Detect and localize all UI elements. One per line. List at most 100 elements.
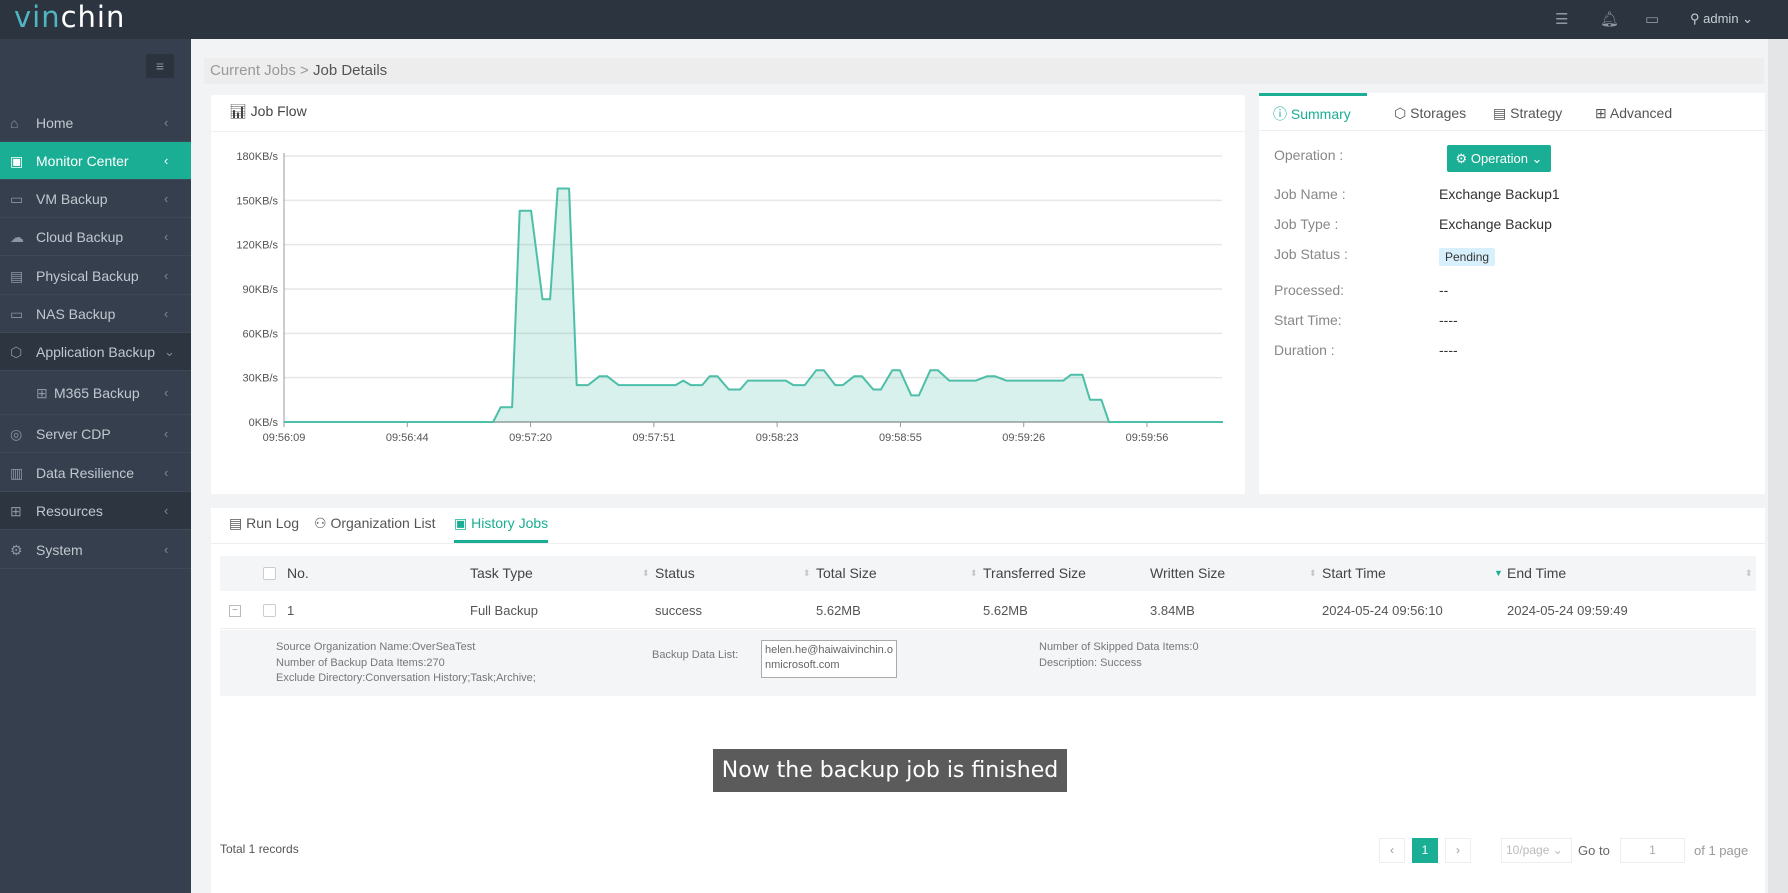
backup-data-list-textarea[interactable]: helen.he@haiwaivinchin.onmicrosoft.com — [761, 640, 897, 678]
table-header: No. Task Type Status ⬍ Total Size ⬍ Transferre… — [220, 556, 1756, 591]
tab-organization-list[interactable]: ⚇ Organization List — [314, 508, 436, 546]
description: Description: Success — [1039, 656, 1142, 669]
x-tick-label: 09:57:51 — [632, 432, 675, 444]
x-tick-label: 09:59:26 — [1002, 432, 1045, 444]
total-records: Total 1 records — [220, 842, 299, 856]
tab-run-log[interactable]: ▤ Run Log — [229, 508, 299, 546]
sidebar-item-resources[interactable]: ⊞ Resources ‹ — [0, 492, 191, 530]
sidebar-item-label: M365 Backup — [54, 385, 140, 401]
cell-transferred: 5.62MB — [983, 603, 1028, 618]
tab-summary[interactable]: ⓘ Summary — [1259, 93, 1367, 131]
x-tick-label: 09:57:20 — [509, 432, 552, 444]
y-tick-label: 30KB/s — [243, 373, 279, 385]
user-icon: ⚲ — [1690, 11, 1704, 26]
sidebar-item-system[interactable]: ⚙ System ‹ — [0, 531, 191, 569]
table-row[interactable]: − 1 Full Backup success 5.62MB 5.62MB 3.84MB 20… — [220, 593, 1756, 629]
sidebar-item-label: VM Backup — [36, 191, 108, 207]
chevron-icon: ‹ — [164, 542, 169, 557]
column-header[interactable]: Status — [655, 556, 695, 591]
column-header[interactable]: No. — [287, 556, 309, 591]
bell-icon[interactable]: 🔔︎ — [1600, 10, 1619, 28]
cell-total: 5.62MB — [816, 603, 861, 618]
sidebar-item-label: Physical Backup — [36, 268, 139, 284]
page-size-select[interactable]: 10/page ⌄ — [1501, 838, 1572, 863]
prev-page-button[interactable]: ‹ — [1379, 838, 1405, 863]
tab-advanced[interactable]: ⊞ Advanced — [1581, 93, 1686, 131]
cell-end: 2024-05-24 09:59:49 — [1507, 603, 1628, 618]
sidebar-item-monitor-center[interactable]: ▣ Monitor Center ‹ — [0, 142, 191, 180]
sidebar-item-label: Cloud Backup — [36, 229, 124, 245]
page-count: of 1 page — [1694, 843, 1749, 858]
sidebar-item-label: Monitor Center — [36, 153, 129, 169]
scrollbar-track[interactable] — [1768, 39, 1788, 893]
sidebar-item-nas-backup[interactable]: ▭ NAS Backup ‹ — [0, 295, 191, 333]
x-tick-label: 09:59:56 — [1126, 432, 1169, 444]
column-header[interactable]: Task Type — [470, 556, 533, 591]
sort-icon[interactable]: ⬍ — [803, 568, 811, 579]
sidebar-item-vm-backup[interactable]: ▭ VM Backup ‹ — [0, 180, 191, 218]
tab-storages[interactable]: ⬡ Storages — [1380, 93, 1480, 131]
breadcrumb-current-jobs[interactable]: Current Jobs — [210, 62, 296, 79]
menu-toggle-button[interactable]: ≡ — [146, 54, 174, 78]
sidebar-item-m365-backup[interactable]: ⊞ M365 Backup ‹ — [0, 371, 191, 415]
column-header[interactable]: Written Size — [1150, 556, 1225, 591]
sidebar-item-label: Data Resilience — [36, 465, 135, 481]
y-tick-label: 180KB/s — [236, 151, 278, 163]
top-bar: vinchin ☰ 🔔︎ ▭ ⚲ admin ⌄ — [0, 0, 1788, 39]
goto-label: Go to — [1578, 843, 1610, 858]
operation-icon: ⚙ — [1455, 151, 1471, 166]
tab-strategy[interactable]: ▤ Strategy — [1479, 93, 1576, 131]
sidebar-item-physical-backup[interactable]: ▤ Physical Backup ‹ — [0, 257, 191, 295]
sidebar-item-label: Resources — [36, 503, 103, 519]
list-icon[interactable]: ☰ — [1555, 10, 1568, 28]
sidebar-item-application-backup[interactable]: ⬡ Application Backup ⌄ — [0, 333, 191, 371]
sort-icon[interactable]: ⬍ — [642, 568, 650, 579]
cell-task-type: Full Backup — [470, 603, 538, 618]
cdp-icon: ◎ — [10, 426, 23, 442]
backup-data-list-label: Backup Data List: — [652, 649, 739, 661]
resources-icon: ⊞ — [10, 503, 22, 519]
physical-icon: ▤ — [10, 268, 24, 284]
cube-icon: ⬡ — [1394, 105, 1411, 121]
y-tick-label: 60KB/s — [243, 328, 279, 340]
org-icon: ⚇ — [314, 515, 331, 531]
operation-button[interactable]: ⚙ Operation ⌄ — [1447, 145, 1551, 172]
monitor-icon[interactable]: ▭ — [1645, 10, 1659, 28]
x-tick-label: 09:56:09 — [263, 432, 306, 444]
sort-icon[interactable]: ▼ — [1494, 568, 1503, 578]
sidebar-item-server-cdp[interactable]: ◎ Server CDP ‹ — [0, 415, 191, 453]
chevron-icon: ‹ — [164, 503, 169, 518]
home-icon: ⌂ — [10, 115, 19, 131]
sidebar-item-home[interactable]: ⌂ Home ‹ — [0, 104, 191, 142]
sidebar-item-cloud-backup[interactable]: ☁ Cloud Backup ‹ — [0, 218, 191, 256]
monitor-center-icon: ▣ — [10, 153, 24, 169]
sort-icon[interactable]: ⬍ — [970, 568, 978, 579]
history-card: ▤ Run Log ⚇ Organization List ▣ History Jo… — [211, 508, 1765, 893]
chevron-icon: ‹ — [164, 115, 169, 130]
column-header[interactable]: Total Size — [816, 556, 877, 591]
tab-history-jobs[interactable]: ▣ History Jobs — [454, 508, 549, 543]
x-tick-label: 09:56:44 — [386, 432, 429, 444]
sort-icon[interactable]: ⬍ — [1309, 568, 1317, 579]
column-header[interactable]: End Time — [1507, 556, 1566, 591]
chevron-icon: ‹ — [164, 385, 169, 400]
column-header[interactable]: Start Time — [1322, 556, 1386, 591]
collapse-row-icon[interactable]: − — [229, 605, 241, 617]
backup-items-count: Number of Backup Data Items:270 — [276, 656, 445, 669]
page-1-button[interactable]: 1 — [1412, 838, 1438, 863]
sort-icon[interactable]: ⬍ — [1745, 568, 1753, 579]
cell-no: 1 — [287, 603, 295, 618]
job-flow-card: 📊︎ Job Flow 0KB/s 30KB/s 60KB/s 90KB/s 120KB… — [211, 95, 1245, 494]
y-tick-label: 90KB/s — [243, 284, 279, 296]
row-checkbox[interactable] — [263, 604, 276, 617]
video-caption: Now the backup job is finished — [713, 749, 1067, 792]
user-menu[interactable]: ⚲ admin ⌄ — [1690, 11, 1753, 27]
next-page-button[interactable]: › — [1445, 838, 1471, 863]
column-header[interactable]: Transferred Size — [983, 556, 1086, 591]
sidebar-item-label: Home — [36, 115, 74, 131]
sidebar-item-data-resilience[interactable]: ▥ Data Resilience ‹ — [0, 454, 191, 492]
select-all-checkbox[interactable] — [263, 567, 276, 580]
grid-icon: ⊞ — [1595, 105, 1610, 121]
goto-page-input[interactable]: 1 — [1620, 838, 1685, 863]
chevron-icon: ‹ — [164, 153, 169, 168]
